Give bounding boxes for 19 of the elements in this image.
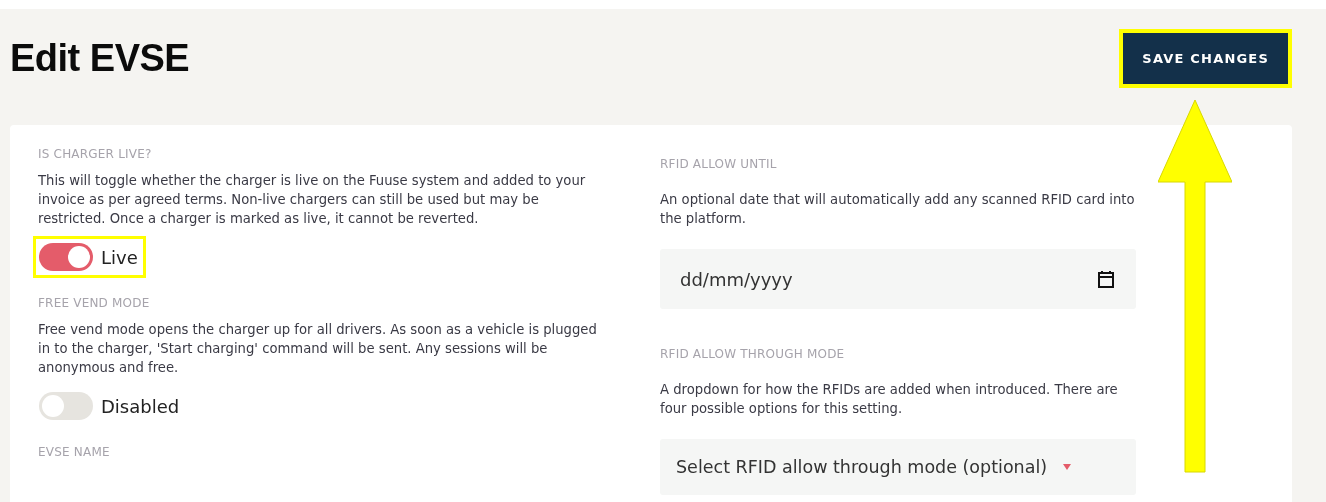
field-label: RFID ALLOW UNTIL xyxy=(660,157,778,171)
field-description: A dropdown for how the RFIDs are added when introduced. There are four possible options for this setting. xyxy=(660,381,1119,418)
save-changes-button[interactable]: SAVE CHANGES xyxy=(1119,28,1292,88)
toggle-switch[interactable] xyxy=(39,392,93,420)
calendar-icon[interactable] xyxy=(1098,270,1114,288)
page-title: Edit EVSE xyxy=(10,36,190,80)
caret-icon xyxy=(1063,464,1072,470)
date-field[interactable]: dd/mm/yyyy xyxy=(660,249,1136,309)
select-dropdown[interactable]: Select RFID allow through mode (optional) xyxy=(660,439,1136,495)
field-label: IS CHARGER LIVE? xyxy=(38,147,153,161)
toggle-switch[interactable] xyxy=(39,243,93,271)
field-description: An optional date that will automatically add any scanned RFID card into the platform. xyxy=(660,191,1136,228)
toggle-state-label: Disabled xyxy=(101,395,180,417)
field-label: EVSE NAME xyxy=(38,445,111,459)
field-description: This will toggle whether the charger is live on the Fuuse system and added to your invoice as per agreed terms. Non-live chargers can still be used but may be restricted. Once a charger is marked as live, it cannot be reverted. xyxy=(38,172,587,228)
toggle-state-label: Live xyxy=(101,246,138,268)
field-label: RFID ALLOW THROUGH MODE xyxy=(660,347,846,361)
field-label: FREE VEND MODE xyxy=(38,296,151,310)
field-description: Free vend mode opens the charger up for all drivers. As soon as a vehicle is plugged in to the charger, 'Start charging' command will be sent. Any sessions will be anonymous and free. xyxy=(38,321,598,377)
